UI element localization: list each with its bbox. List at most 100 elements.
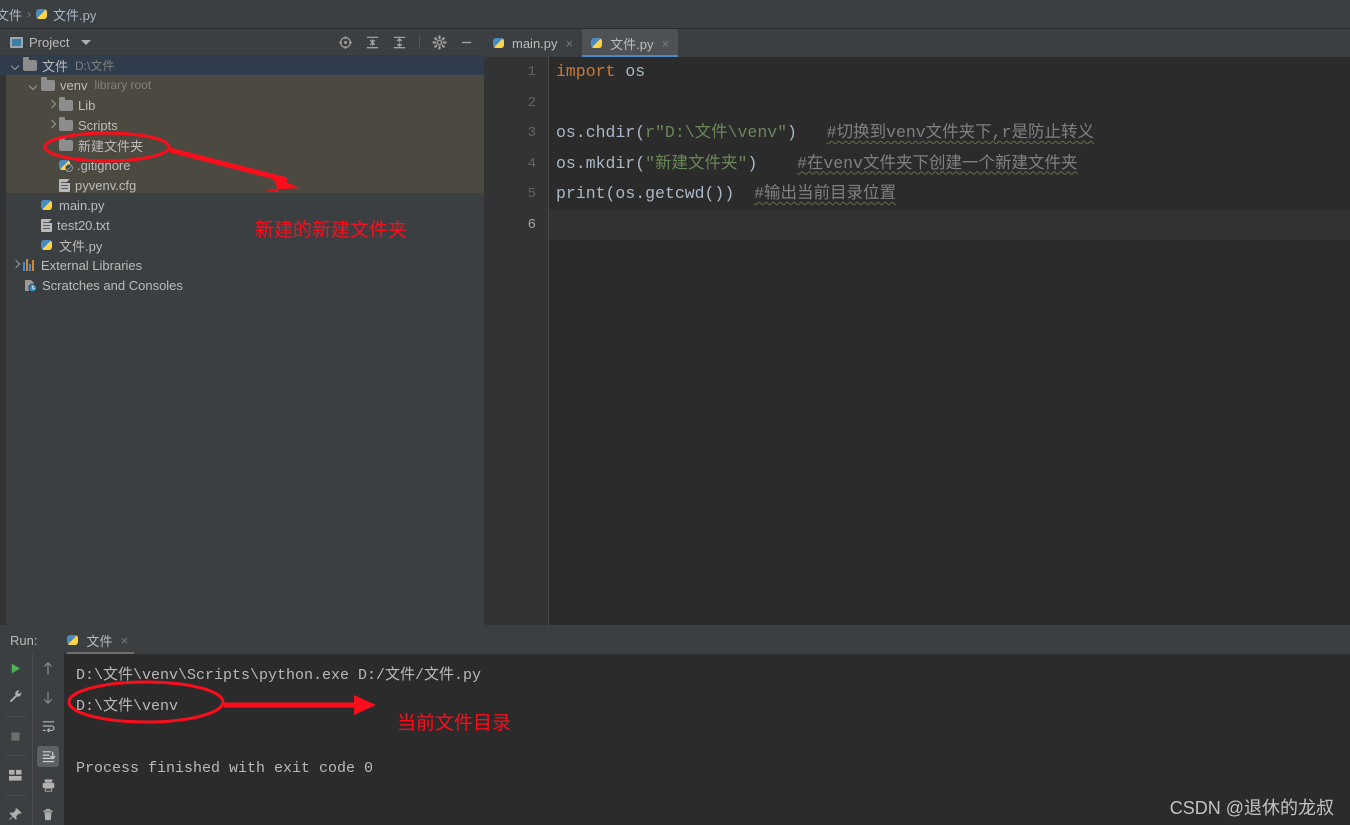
tree-item-subtext: library root xyxy=(94,78,152,92)
close-icon[interactable]: × xyxy=(120,633,128,648)
wrench-icon[interactable] xyxy=(5,686,27,706)
chevron-right-icon[interactable] xyxy=(46,120,57,131)
tree-item-label: main.py xyxy=(59,197,105,213)
divider xyxy=(5,755,26,757)
editor-code-area[interactable]: import os os.chdir(r"D:\文件\venv") #切换到ve… xyxy=(549,57,1350,625)
line-number: 6 xyxy=(527,216,536,233)
code-editor[interactable]: 1 2 3 4 5 6 import os os.chdir(r"D:\文件\venv")… xyxy=(484,57,1350,625)
line-number: 4 xyxy=(527,155,536,172)
editor-tab-main-py[interactable]: main.py × xyxy=(484,29,582,57)
trash-icon[interactable] xyxy=(37,804,59,825)
settings-gear-icon[interactable] xyxy=(432,34,447,50)
run-console-panel[interactable]: D:\文件\venv\Scripts\python.exe D:/文件/文件.p… xyxy=(0,654,1350,825)
tree-item-pyvenv.cfg[interactable]: pyvenv.cfg xyxy=(0,175,484,195)
code-line[interactable] xyxy=(549,209,1350,240)
tree-item-label: Scratches and Consoles xyxy=(42,277,183,293)
run-tab[interactable]: 文件 × xyxy=(59,626,136,654)
code-string: r"D:\文件\venv" xyxy=(645,123,788,142)
code-text: ) xyxy=(747,153,758,173)
tree-item-test20.txt[interactable]: test20.txt xyxy=(0,215,484,235)
locate-target-icon[interactable] xyxy=(338,35,353,50)
chevron-right-icon[interactable] xyxy=(46,100,57,111)
chevron-right-icon[interactable] xyxy=(10,260,21,271)
close-icon[interactable]: × xyxy=(661,36,669,51)
stop-icon[interactable] xyxy=(5,726,27,746)
tree-item--[interactable]: 文件 D:\文件 xyxy=(0,55,484,75)
project-tree-panel[interactable]: 文件 D:\文件 venv library root Lib Scripts 新建文件夹 .g… xyxy=(0,55,484,625)
arrow-down-icon[interactable] xyxy=(37,687,59,708)
tree-item-scratches-and-consoles[interactable]: Scratches and Consoles xyxy=(0,275,484,295)
breadcrumb-root-label: 文件 xyxy=(0,7,23,23)
python-icon xyxy=(41,198,54,212)
pin-icon[interactable] xyxy=(5,805,27,825)
run-panel-header: Run: 文件 × xyxy=(0,626,1350,654)
expand-all-icon[interactable] xyxy=(365,35,380,50)
close-icon[interactable]: × xyxy=(566,36,574,51)
code-text: os xyxy=(615,62,646,81)
code-line[interactable]: print(os.getcwd()) #输出当前目录位置 xyxy=(549,179,1350,210)
project-panel-title-group[interactable]: Project xyxy=(10,34,92,50)
editor-tab-label: main.py xyxy=(512,35,558,51)
gitignore-icon xyxy=(59,158,73,172)
run-gutter-right-column xyxy=(31,654,65,825)
divider xyxy=(5,794,26,796)
layout-icon[interactable] xyxy=(5,765,27,785)
python-icon xyxy=(41,238,54,252)
console-line: D:\文件\venv\Scripts\python.exe D:/文件/文件.p… xyxy=(76,667,482,684)
file-icon xyxy=(59,178,70,192)
chevron-down-icon[interactable] xyxy=(10,60,21,71)
project-tree[interactable]: 文件 D:\文件 venv library root Lib Scripts 新建文件夹 .g… xyxy=(0,55,484,295)
code-line[interactable]: os.mkdir("新建文件夹") #在venv文件夹下创建一个新建文件夹 xyxy=(549,149,1350,180)
code-comment: #切换到venv文件夹下,r是防止转义 xyxy=(826,123,1094,142)
console-line: D:\文件\venv xyxy=(76,698,179,715)
tree-item-external-libraries[interactable]: External Libraries xyxy=(0,255,484,275)
code-comment: #在venv文件夹下创建一个新建文件夹 xyxy=(796,153,1078,173)
soft-wrap-icon[interactable] xyxy=(37,716,59,737)
tree-item-.gitignore[interactable]: .gitignore xyxy=(0,155,484,175)
tree-item-label: .gitignore xyxy=(77,157,131,173)
collapse-all-icon[interactable] xyxy=(392,35,407,50)
tree-item-label: pyvenv.cfg xyxy=(75,177,137,193)
editor-tab-文件-py[interactable]: 文件.py × xyxy=(582,29,679,57)
project-panel-icon xyxy=(10,36,23,48)
code-line[interactable] xyxy=(549,88,1350,119)
arrow-up-icon[interactable] xyxy=(37,658,59,679)
console-output[interactable]: D:\文件\venv\Scripts\python.exe D:/文件/文件.p… xyxy=(64,654,1350,825)
tree-item-main.py[interactable]: main.py xyxy=(0,195,484,215)
hide-panel-icon[interactable] xyxy=(459,35,474,50)
line-number: 1 xyxy=(527,64,536,80)
run-label: Run: xyxy=(10,632,38,648)
folder-icon xyxy=(59,136,73,151)
tree-item--[interactable]: 新建文件夹 xyxy=(0,135,484,155)
folder-icon xyxy=(59,96,73,111)
editor-tab-bar[interactable]: main.py × 文件.py × xyxy=(484,29,1350,57)
breadcrumb: 文件 › 文件.py xyxy=(0,0,1350,29)
project-panel-title: Project xyxy=(29,34,70,50)
tree-item-venv[interactable]: venv library root xyxy=(0,75,484,95)
breadcrumb-file[interactable]: 文件.py xyxy=(36,5,96,24)
watermark: CSDN @退休的龙叔 xyxy=(1169,798,1334,818)
code-text: ) xyxy=(787,123,797,142)
scroll-to-end-icon[interactable] xyxy=(37,745,60,767)
print-icon[interactable] xyxy=(37,775,59,796)
chevron-down-icon[interactable] xyxy=(81,39,92,45)
chevron-down-icon[interactable] xyxy=(28,80,39,91)
file-icon xyxy=(41,218,52,232)
tree-item--.py[interactable]: 文件.py xyxy=(0,235,484,255)
code-line[interactable]: import os xyxy=(549,57,1350,88)
toolbar-divider xyxy=(419,35,420,49)
breadcrumb-file-label: 文件.py xyxy=(53,7,97,23)
breadcrumb-root[interactable]: 文件 xyxy=(0,5,22,24)
run-play-icon[interactable] xyxy=(5,658,27,678)
tree-item-scripts[interactable]: Scripts xyxy=(0,115,484,135)
code-line[interactable]: os.chdir(r"D:\文件\venv") #切换到venv文件夹下,r是防… xyxy=(549,118,1350,149)
tree-item-lib[interactable]: Lib xyxy=(0,95,484,115)
